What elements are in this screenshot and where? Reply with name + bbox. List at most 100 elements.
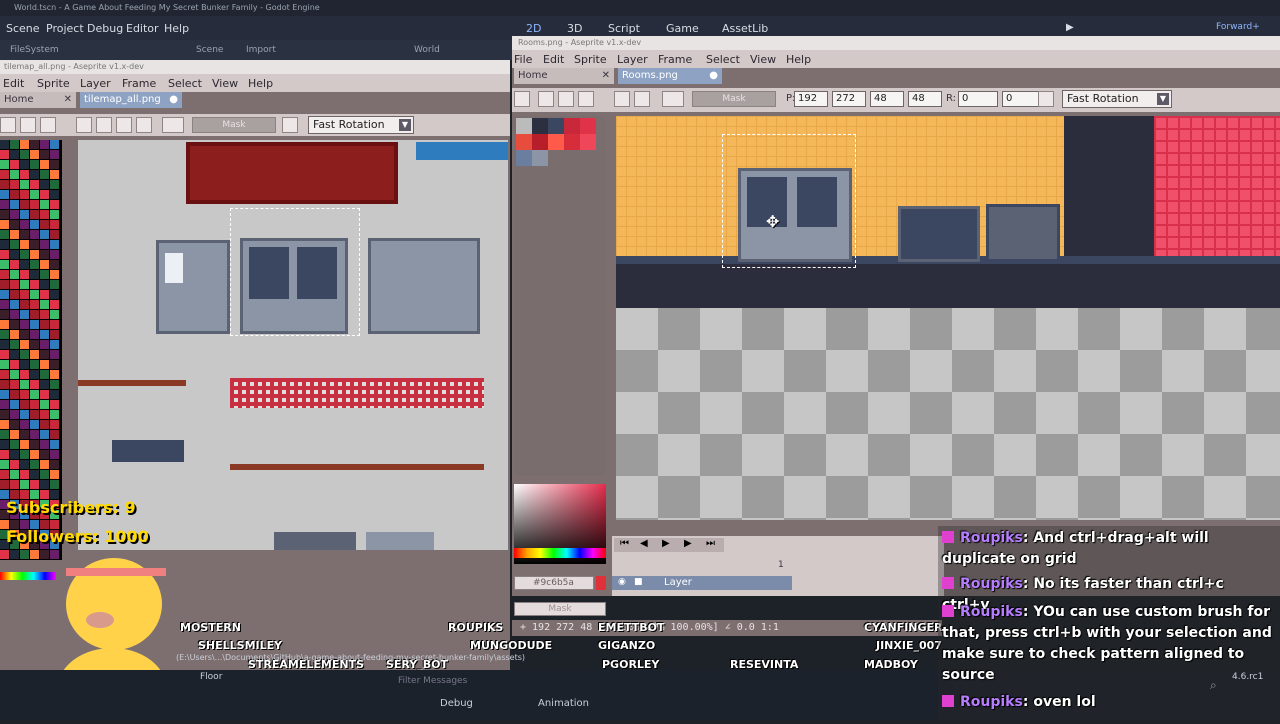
palette-swatch[interactable] — [0, 400, 9, 409]
palette-swatch[interactable] — [50, 420, 59, 429]
rotate-icon[interactable] — [0, 117, 16, 133]
height-field[interactable]: 48 — [908, 91, 942, 107]
palette-swatch[interactable] — [20, 410, 29, 419]
palette-swatch[interactable] — [0, 140, 9, 149]
palette-swatch[interactable] — [40, 220, 49, 229]
palette-swatch[interactable] — [548, 118, 564, 134]
palette-swatch[interactable] — [50, 430, 59, 439]
palette-swatch[interactable] — [0, 430, 9, 439]
palette-swatch[interactable] — [564, 118, 580, 134]
palette-swatch[interactable] — [10, 440, 19, 449]
transparent-swatch[interactable] — [516, 118, 532, 134]
palette-swatch[interactable] — [0, 470, 9, 479]
palette-swatch[interactable] — [40, 160, 49, 169]
palette-swatch[interactable] — [30, 410, 39, 419]
palette-swatch[interactable] — [20, 450, 29, 459]
palette-swatch[interactable] — [30, 260, 39, 269]
floor-node-label[interactable]: Floor — [200, 672, 222, 682]
palette-swatch[interactable] — [40, 410, 49, 419]
hue-slider[interactable] — [514, 548, 606, 558]
palette-swatch[interactable] — [40, 400, 49, 409]
lock-icon[interactable]: ■ — [634, 577, 643, 587]
dock-tab-scene[interactable]: Scene — [196, 45, 223, 55]
palette-swatch[interactable] — [20, 350, 29, 359]
play-icon[interactable]: ▶ — [1066, 22, 1074, 33]
palette-swatch[interactable] — [516, 134, 532, 150]
right-rooms-canvas[interactable]: ✥ — [616, 116, 1280, 520]
bottom-tab-animation[interactable]: Animation — [538, 698, 589, 709]
palette-swatch[interactable] — [30, 240, 39, 249]
palette-swatch[interactable] — [0, 450, 9, 459]
right-menu-sprite[interactable]: Sprite — [574, 53, 607, 66]
palette-swatch[interactable] — [0, 230, 9, 239]
palette-swatch[interactable] — [10, 280, 19, 289]
renderer-label[interactable]: Forward+ — [1216, 22, 1260, 32]
palette-swatch[interactable] — [40, 250, 49, 259]
palette-swatch[interactable] — [40, 320, 49, 329]
palette-swatch[interactable] — [10, 400, 19, 409]
palette-swatch[interactable] — [10, 430, 19, 439]
palette-swatch[interactable] — [50, 380, 59, 389]
right-tab-home[interactable]: Home ✕ — [514, 68, 614, 84]
palette-swatch[interactable] — [20, 300, 29, 309]
palette-swatch[interactable] — [50, 250, 59, 259]
palette-swatch[interactable] — [40, 460, 49, 469]
palette-swatch[interactable] — [0, 440, 9, 449]
left-rotation-dropdown[interactable]: Fast Rotation ▼ — [308, 116, 414, 134]
palette-swatch[interactable] — [50, 310, 59, 319]
palette-swatch[interactable] — [20, 440, 29, 449]
download-icon[interactable] — [538, 91, 554, 107]
palette-swatch[interactable] — [20, 260, 29, 269]
palette-swatch[interactable] — [30, 480, 39, 489]
palette-swatch[interactable] — [30, 470, 39, 479]
palette-swatch[interactable] — [40, 450, 49, 459]
left-tab-home[interactable]: Home ✕ — [0, 92, 76, 108]
close-icon[interactable]: ✕ — [64, 92, 72, 108]
palette-swatch[interactable] — [516, 150, 532, 166]
palette-swatch[interactable] — [40, 190, 49, 199]
palette-swatch[interactable] — [30, 220, 39, 229]
palette-swatch[interactable] — [40, 170, 49, 179]
play-icon[interactable]: ▶ — [662, 538, 670, 549]
palette-swatch[interactable] — [0, 300, 9, 309]
palette-swatch[interactable] — [0, 180, 9, 189]
left-menu-view[interactable]: View — [212, 77, 238, 90]
palette-swatch[interactable] — [30, 160, 39, 169]
palette-swatch[interactable] — [50, 480, 59, 489]
palette-swatch[interactable] — [20, 240, 29, 249]
palette-swatch[interactable] — [532, 134, 548, 150]
palette-swatch[interactable] — [0, 360, 9, 369]
palette-swatch[interactable] — [20, 200, 29, 209]
palette-swatch[interactable] — [30, 430, 39, 439]
palette-swatch[interactable] — [50, 360, 59, 369]
palette-swatch[interactable] — [20, 290, 29, 299]
palette-swatch[interactable] — [10, 450, 19, 459]
palette-swatch[interactable] — [40, 420, 49, 429]
palette-swatch[interactable] — [20, 140, 29, 149]
palette-swatch[interactable] — [30, 330, 39, 339]
palette-swatch[interactable] — [0, 290, 9, 299]
palette-swatch[interactable] — [40, 370, 49, 379]
palette-swatch[interactable] — [10, 150, 19, 159]
palette-swatch[interactable] — [30, 300, 39, 309]
eye-icon[interactable]: ◉ — [618, 577, 626, 587]
left-menu-sprite[interactable]: Sprite — [37, 77, 70, 90]
palette-swatch[interactable] — [0, 150, 9, 159]
palette-swatch[interactable] — [40, 180, 49, 189]
filter-messages-input[interactable]: Filter Messages — [398, 676, 467, 686]
left-mask-button[interactable]: Mask — [192, 117, 276, 133]
palette-swatch[interactable] — [20, 400, 29, 409]
palette-swatch[interactable] — [40, 350, 49, 359]
left-tilemap-canvas[interactable] — [78, 140, 508, 550]
palette-swatch[interactable] — [20, 470, 29, 479]
palette-swatch[interactable] — [40, 270, 49, 279]
palette-swatch[interactable] — [30, 350, 39, 359]
palette-swatch[interactable] — [20, 380, 29, 389]
palette-swatch[interactable] — [20, 180, 29, 189]
menu-icon[interactable] — [578, 91, 594, 107]
palette-swatch[interactable] — [20, 310, 29, 319]
workspace-3d[interactable]: 3D — [567, 22, 582, 35]
palette-swatch[interactable] — [20, 330, 29, 339]
palette-swatch[interactable] — [0, 420, 9, 429]
menu-project[interactable]: Project — [46, 22, 84, 35]
